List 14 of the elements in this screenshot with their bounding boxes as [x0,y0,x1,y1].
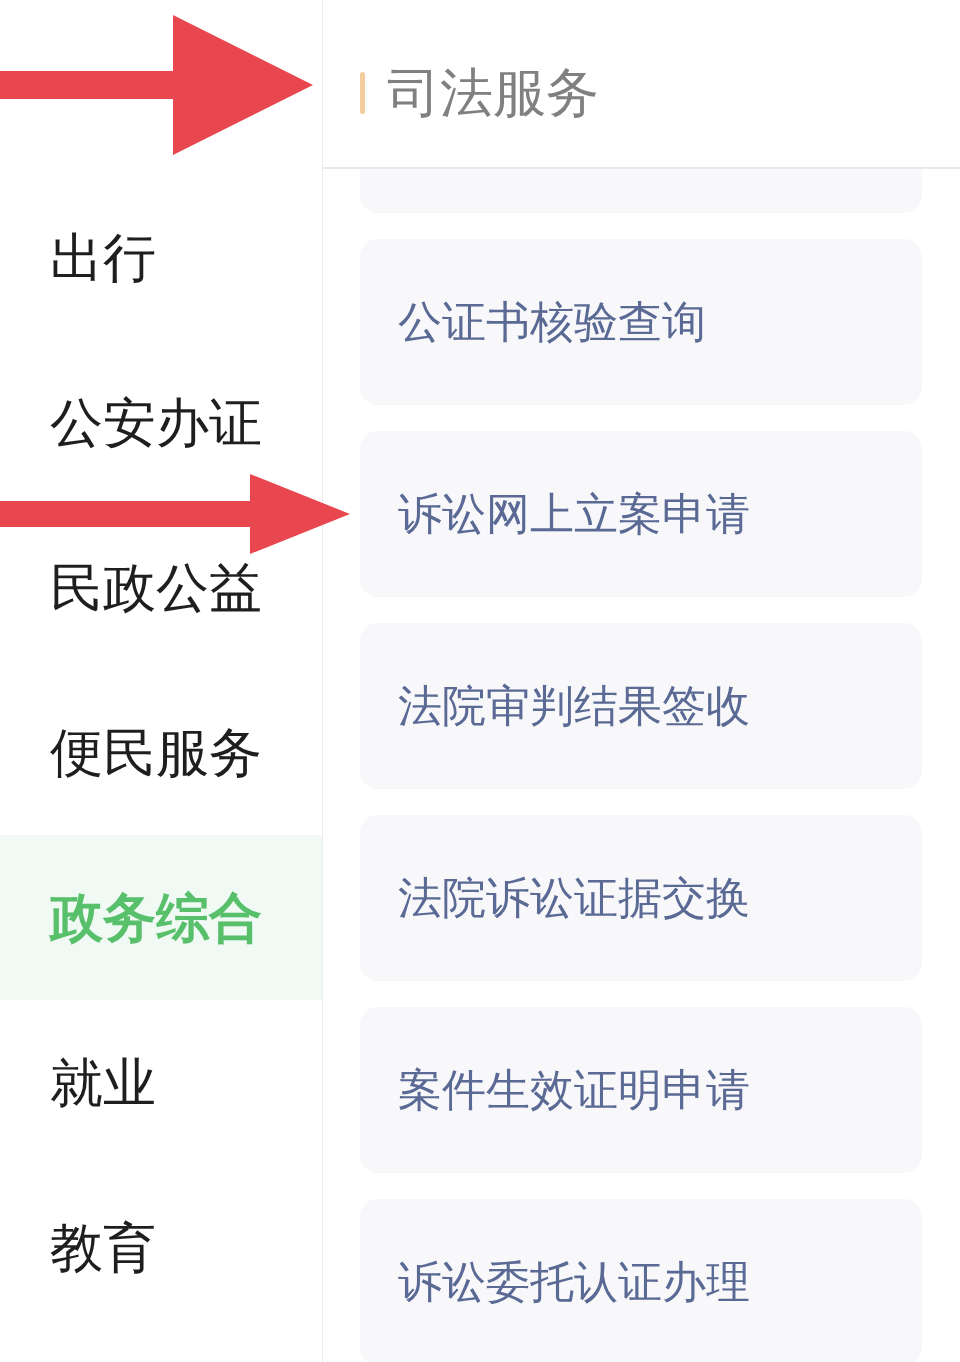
sidebar-item[interactable]: 就业 [50,1056,156,1109]
sidebar-item[interactable]: 便民服务 [50,726,262,779]
accent-bar-icon [360,71,365,114]
service-item[interactable]: 案件生效证明申请 [360,1007,922,1173]
service-item[interactable]: 法院审判结果签收 [360,623,922,789]
panel-title: 司法服务 [387,66,599,119]
sidebar-item[interactable]: 民政公益 [50,561,262,614]
sidebar-item[interactable]: 教育 [50,1221,156,1274]
service-item[interactable]: 诉讼委托认证办理 [360,1199,922,1362]
sidebar-item[interactable]: 公安办证 [50,396,262,449]
service-item[interactable]: 公证书核验查询 [360,239,922,405]
service-item[interactable]: 诉讼网上立案申请 [360,431,922,597]
sidebar-item[interactable]: 出行 [50,231,156,284]
service-item[interactable]: 法院诉讼证据交换 [360,815,922,981]
